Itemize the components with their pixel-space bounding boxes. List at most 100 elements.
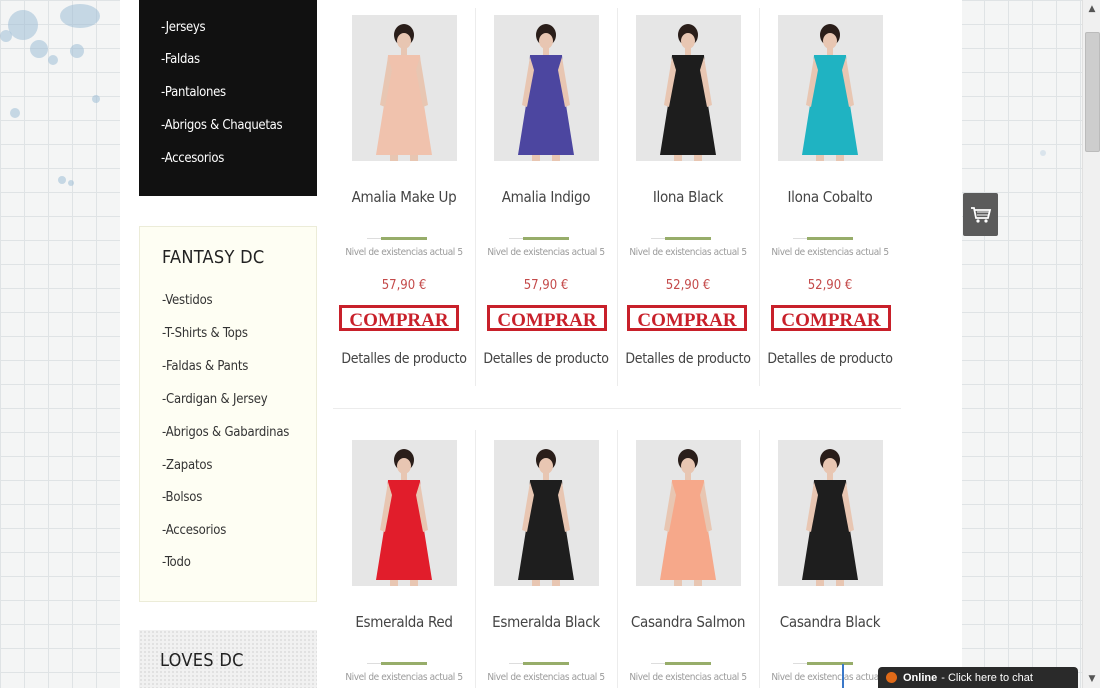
dress-figure [518, 449, 574, 586]
title-underline [793, 662, 853, 665]
dress-figure-part [390, 155, 398, 161]
product-details-link[interactable]: Detalles de producto [333, 351, 475, 367]
category-item-jerseys[interactable]: -Jerseys [161, 20, 206, 35]
dress-figure [376, 449, 432, 586]
vertical-scrollbar[interactable]: ▲ ▼ [1082, 0, 1100, 688]
arrow-up-icon[interactable]: ▲ [1083, 0, 1100, 18]
fantasy-dc-title: FANTASY DC [162, 247, 265, 268]
product-price: 57,90 € [523, 278, 569, 293]
fantasy-item-accesorios[interactable]: -Accesorios [162, 523, 226, 538]
product-image[interactable] [352, 440, 457, 586]
dress-figure [802, 449, 858, 586]
product-details-link[interactable]: Detalles de producto [617, 351, 759, 367]
dress-figure-part [836, 580, 844, 586]
dress-figure-part [543, 473, 549, 480]
dress-figure-part [674, 155, 682, 161]
fantasy-item-vestidos[interactable]: -Vestidos [162, 293, 213, 308]
stock-level: Nivel de existencias actual 5 [629, 247, 747, 258]
page-content: -Jerseys -Faldas -Pantalones -Abrigos & … [120, 0, 962, 688]
dress-figure-part [397, 33, 411, 49]
product-image[interactable] [778, 440, 883, 586]
chat-label: - Click here to chat [941, 671, 1033, 684]
fantasy-dc-menu: FANTASY DC -Vestidos -T-Shirts & Tops -F… [139, 226, 317, 602]
dress-figure [376, 24, 432, 161]
dress-figure-part [410, 580, 418, 586]
fantasy-item-tshirts[interactable]: -T-Shirts & Tops [162, 326, 248, 341]
product-image[interactable] [494, 15, 599, 161]
buy-button[interactable]: COMPRAR [627, 305, 747, 331]
buy-button[interactable]: COMPRAR [487, 305, 607, 331]
dress-figure-part [823, 458, 837, 474]
product-image[interactable] [636, 440, 741, 586]
fantasy-item-abrigos[interactable]: -Abrigos & Gabardinas [162, 425, 289, 440]
fantasy-item-faldas-pants[interactable]: -Faldas & Pants [162, 359, 248, 374]
product-name[interactable]: Esmeralda Red [333, 613, 475, 631]
dress-figure-part [552, 155, 560, 161]
dress-figure-part [552, 580, 560, 586]
dress-figure [660, 449, 716, 586]
scrollbar-thumb[interactable] [1085, 32, 1100, 152]
dress-figure-part [836, 155, 844, 161]
category-item-accesorios[interactable]: -Accesorios [161, 151, 224, 166]
dress-figure-part [816, 580, 824, 586]
product-image[interactable] [494, 440, 599, 586]
product-name[interactable]: Ilona Black [617, 188, 759, 206]
product-price: 57,90 € [381, 278, 427, 293]
fantasy-item-todo[interactable]: -Todo [162, 555, 191, 570]
fantasy-item-cardigan[interactable]: -Cardigan & Jersey [162, 392, 268, 407]
dress-figure-part [539, 33, 553, 49]
arrow-down-icon[interactable]: ▼ [1083, 670, 1100, 688]
column-divider [617, 430, 618, 688]
product-name[interactable]: Amalia Indigo [475, 188, 617, 206]
product-image[interactable] [636, 15, 741, 161]
stock-level: Nivel de existencias actual 5 [771, 247, 889, 258]
title-underline [651, 237, 711, 240]
title-underline [651, 662, 711, 665]
dress-figure-part [816, 155, 824, 161]
dress-figure-part [685, 48, 691, 55]
chat-status-icon [886, 672, 897, 683]
dress-figure-part [532, 580, 540, 586]
dress-figure-part [401, 48, 407, 55]
dress-figure-part [681, 33, 695, 49]
product-name[interactable]: Ilona Cobalto [759, 188, 901, 206]
product-name[interactable]: Casandra Salmon [617, 613, 759, 631]
product-details-link[interactable]: Detalles de producto [475, 351, 617, 367]
product-name[interactable]: Esmeralda Black [475, 613, 617, 631]
category-item-faldas[interactable]: -Faldas [161, 52, 200, 67]
dress-figure-part [674, 580, 682, 586]
dress-figure-part [390, 580, 398, 586]
shopping-cart-icon [970, 206, 991, 223]
product-price: 52,90 € [665, 278, 711, 293]
stock-level: Nivel de existencias actual 5 [345, 672, 463, 683]
buy-button[interactable]: COMPRAR [339, 305, 459, 331]
title-underline [367, 662, 427, 665]
dress-figure [518, 24, 574, 161]
stock-level: Nivel de existencias actual 5 [487, 247, 605, 258]
category-menu: -Jerseys -Faldas -Pantalones -Abrigos & … [139, 0, 317, 196]
dress-figure-part [532, 155, 540, 161]
dress-figure-part [685, 473, 691, 480]
chat-widget[interactable]: Online - Click here to chat [878, 667, 1078, 688]
fantasy-item-zapatos[interactable]: -Zapatos [162, 458, 212, 473]
shopping-cart-button[interactable] [963, 193, 998, 236]
loves-dc-menu: LOVES DC [139, 630, 317, 688]
column-divider [475, 430, 476, 688]
product-image[interactable] [352, 15, 457, 161]
product-name[interactable]: Amalia Make Up [333, 188, 475, 206]
fantasy-item-bolsos[interactable]: -Bolsos [162, 490, 202, 505]
product-image[interactable] [778, 15, 883, 161]
dress-figure-part [823, 33, 837, 49]
product-name[interactable]: Casandra Black [759, 613, 901, 631]
category-item-abrigos[interactable]: -Abrigos & Chaquetas [161, 118, 283, 133]
title-underline [367, 237, 427, 240]
dress-figure-part [694, 155, 702, 161]
dress-figure-part [543, 48, 549, 55]
product-grid: Amalia Make Up Nivel de existencias actu… [333, 0, 913, 688]
column-divider [759, 430, 760, 688]
product-details-link[interactable]: Detalles de producto [759, 351, 901, 367]
title-underline [509, 662, 569, 665]
category-item-pantalones[interactable]: -Pantalones [161, 85, 226, 100]
chat-status: Online [903, 671, 938, 684]
buy-button[interactable]: COMPRAR [771, 305, 891, 331]
